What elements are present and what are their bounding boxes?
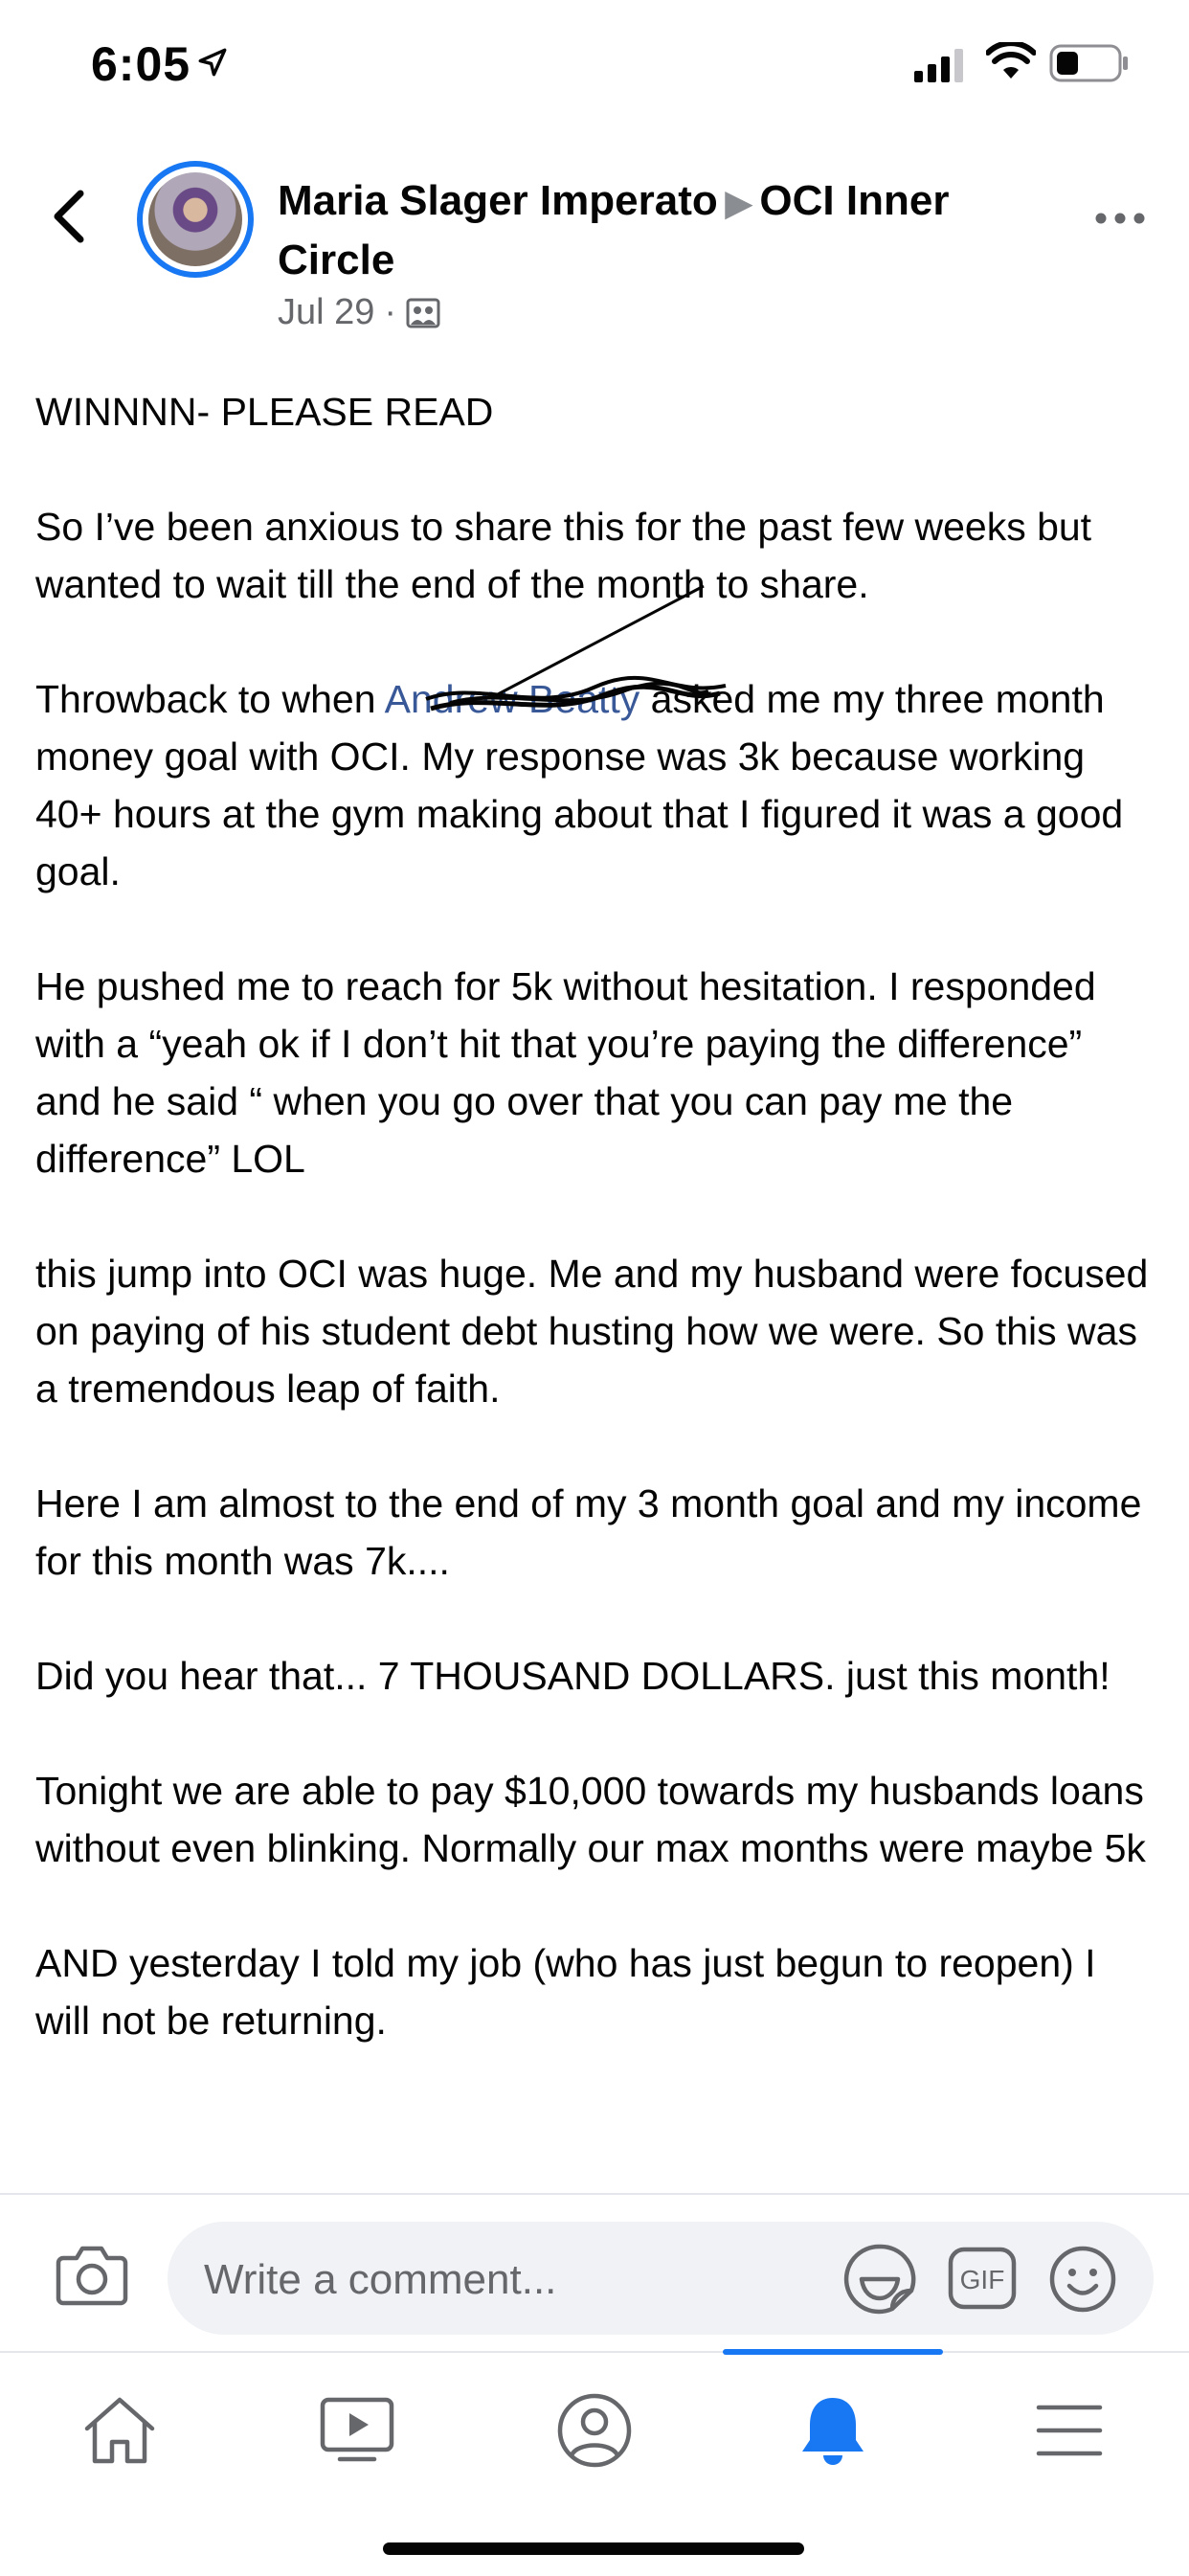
avatar[interactable] — [137, 161, 254, 278]
nav-profile[interactable] — [542, 2378, 647, 2483]
meta-separator: · — [384, 292, 397, 332]
group-privacy-icon — [406, 298, 440, 328]
nav-home[interactable] — [67, 2378, 172, 2483]
gif-button[interactable]: GIF — [948, 2247, 1017, 2315]
camera-button[interactable] — [56, 2241, 128, 2313]
emoji-button[interactable] — [1048, 2245, 1117, 2318]
post-meta: Jul 29 · — [278, 292, 440, 333]
camera-icon — [56, 2246, 128, 2306]
triangle-right-icon: ▶ — [725, 183, 752, 222]
battery-icon — [1049, 44, 1128, 82]
post-date[interactable]: Jul 29 — [278, 292, 374, 333]
redaction-scribble — [425, 584, 727, 712]
avatar-photo — [148, 172, 242, 266]
nav-watch[interactable] — [304, 2378, 410, 2483]
gif-icon: GIF — [948, 2247, 1017, 2310]
nav-notifications[interactable] — [780, 2378, 886, 2483]
home-icon — [84, 2397, 155, 2464]
post-title: WINNNN- PLEASE READ — [35, 390, 494, 434]
profile-icon — [557, 2393, 632, 2468]
cellular-signal-icon — [914, 49, 963, 82]
more-options-button[interactable] — [1091, 199, 1149, 237]
chevron-left-icon — [54, 190, 84, 243]
comment-placeholder: Write a comment... — [204, 2256, 557, 2303]
throwback-text-before: Throwback to when — [35, 677, 385, 721]
bell-icon — [802, 2398, 864, 2465]
sticker-icon — [843, 2244, 916, 2315]
post-paragraph: Here I am almost to the end of my 3 mont… — [35, 1481, 1142, 1583]
comment-bar: Write a comment... GIF — [0, 2193, 1189, 2353]
status-time: 6:05 — [91, 37, 191, 91]
wifi-icon — [986, 42, 1036, 79]
post-paragraph: this jump into OCI was huge. Me and my h… — [35, 1252, 1149, 1411]
post-paragraph: He pushed me to reach for 5k without hes… — [35, 964, 1096, 1181]
video-icon — [320, 2397, 394, 2462]
author-name[interactable]: Maria Slager Imperato — [278, 177, 718, 224]
more-dots-icon — [1095, 213, 1145, 224]
comment-input[interactable]: Write a comment... GIF — [168, 2222, 1154, 2335]
post-author-line: Maria Slager Imperato ▶ OCI Inner Circle — [278, 172, 1053, 289]
bottom-navigation — [0, 2349, 1189, 2576]
back-button[interactable] — [46, 188, 94, 245]
sticker-button[interactable] — [842, 2243, 917, 2320]
menu-icon — [1036, 2405, 1103, 2456]
nav-active-indicator — [723, 2349, 943, 2355]
emoji-icon — [1049, 2246, 1116, 2313]
post-paragraph: Did you hear that... 7 THOUSAND DOLLARS.… — [35, 1654, 1110, 1698]
status-bar: 6:05 — [0, 0, 1189, 129]
gif-label: GIF — [960, 2265, 1005, 2294]
post-paragraph: AND yesterday I told my job (who has jus… — [35, 1941, 1096, 2043]
home-indicator[interactable] — [383, 2542, 804, 2555]
location-arrow-icon — [198, 48, 227, 77]
nav-menu[interactable] — [1017, 2378, 1122, 2483]
post-paragraph: Tonight we are able to pay $10,000 towar… — [35, 1769, 1146, 1870]
